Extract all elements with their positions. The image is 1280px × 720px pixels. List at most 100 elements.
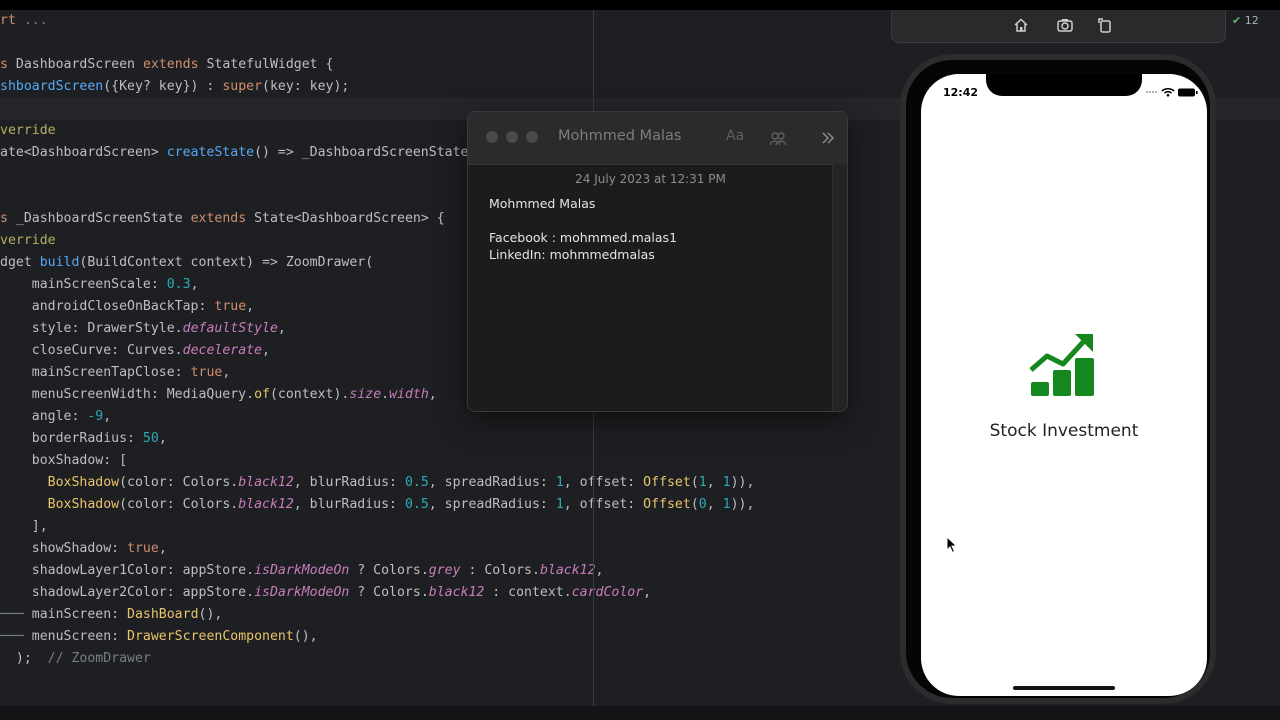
code-token: , [277, 321, 286, 336]
home-icon[interactable] [1012, 16, 1030, 34]
code-token: ); [0, 651, 48, 666]
code-line[interactable]: menuScreenWidth: MediaQuery.of(context).… [0, 384, 437, 406]
code-line[interactable]: ); // ZoomDrawer [0, 648, 151, 670]
code-token: ( [690, 497, 699, 512]
code-line[interactable]: boxShadow: [ [0, 450, 127, 472]
code-line[interactable]: androidCloseOnBackTap: true, [0, 296, 254, 318]
code-token: black12 [238, 475, 294, 490]
code-line[interactable]: dget build(BuildContext context) => Zoom… [0, 252, 373, 274]
code-line[interactable]: angle: -9, [0, 406, 111, 428]
code-line[interactable]: style: DrawerStyle.defaultStyle, [0, 318, 286, 340]
notes-window[interactable]: Mohmmed Malas Aa 24 July 2023 at 12:31 P… [467, 111, 848, 412]
code-line[interactable]: shadowLayer2Color: appStore.isDarkModeOn… [0, 582, 651, 604]
code-token: borderRadius: [0, 431, 143, 446]
simulator-toolbar [891, 10, 1226, 43]
code-token: StatefulWidget { [206, 57, 334, 72]
code-token: , [158, 541, 167, 556]
code-token: DrawerScreenComponent [127, 629, 294, 644]
code-line[interactable]: BoxShadow(color: Colors.black12, blurRad… [0, 472, 755, 494]
code-line[interactable]: shboardScreen({Key? key}) : super(key: k… [0, 76, 349, 98]
code-token: shadowLayer2Color: appStore. [0, 585, 255, 600]
code-line[interactable]: mainScreenTapClose: true, [0, 362, 231, 384]
code-line[interactable]: verride [0, 120, 56, 142]
code-line[interactable]: ─── mainScreen: DashBoard(), [0, 604, 222, 626]
code-line[interactable]: shadowLayer1Color: appStore.isDarkModeOn… [0, 560, 604, 582]
format-button[interactable]: Aa [726, 128, 744, 144]
notes-scrollbar[interactable] [832, 164, 847, 411]
phone-bezel: 12:42 Stock Investment [906, 60, 1210, 698]
code-line[interactable]: verride [0, 230, 56, 252]
code-token: style: DrawerStyle. [0, 321, 183, 336]
code-token: , blurRadius: [293, 497, 405, 512]
code-token: _DashboardScreenState [15, 211, 191, 226]
inspection-widget[interactable]: ✔ 12 [1232, 14, 1259, 27]
code-token: 1 [722, 497, 731, 512]
code-token: , [246, 299, 255, 314]
note-date: 24 July 2023 at 12:31 PM [575, 172, 726, 186]
code-token: menuScreenWidth: MediaQuery. [0, 387, 255, 402]
notes-title: Mohmmed Malas [558, 128, 682, 144]
code-line[interactable]: ], [0, 516, 48, 538]
code-line[interactable]: BoxShadow(color: Colors.black12, blurRad… [0, 494, 755, 516]
code-token: isDarkModeOn [254, 585, 350, 600]
code-token: , [706, 497, 723, 512]
code-token: black12 [238, 497, 294, 512]
code-token: true [190, 365, 223, 380]
code-line[interactable]: ─── menuScreen: DrawerScreenComponent(), [0, 626, 318, 648]
code-token: . [381, 387, 390, 402]
code-token: BoxShadow [47, 497, 120, 512]
app-screen[interactable]: 12:42 Stock Investment [921, 74, 1207, 696]
collaborate-icon[interactable] [768, 128, 788, 148]
code-token: -9 [87, 409, 104, 424]
code-token: ? Colors. [349, 563, 429, 578]
code-token: ate<DashboardScreen> [0, 145, 167, 160]
zoom-window-button[interactable] [526, 131, 538, 143]
code-token: 1 [555, 497, 564, 512]
code-line[interactable]: s _DashboardScreenState extends State<Da… [0, 208, 445, 230]
code-token: )) [730, 497, 747, 512]
code-token: , [746, 475, 755, 490]
code-token: black12 [428, 585, 485, 600]
code-token: // ZoomDrawer [47, 651, 151, 666]
note-linkedin-line[interactable]: LinkedIn: mohmmedmalas [489, 247, 655, 262]
code-token: 1 [722, 475, 731, 490]
code-token: (context). [269, 387, 350, 402]
code-token: 1 [555, 475, 564, 490]
code-token: (), [198, 607, 223, 622]
inspection-count: 12 [1244, 14, 1259, 27]
more-chevron-icon[interactable] [820, 130, 836, 146]
code-token: mainScreenScale: [0, 277, 167, 292]
code-token: ], [0, 519, 48, 534]
mouse-cursor-icon [946, 536, 958, 554]
code-token: : Colors. [460, 563, 540, 578]
rotate-icon[interactable] [1096, 16, 1114, 34]
code-line[interactable]: rt ... [0, 10, 48, 32]
note-facebook-line[interactable]: Facebook : mohmmed.malas1 [489, 230, 677, 245]
code-token: , offset: [563, 497, 644, 512]
code-token: () => _DashboardScreenState( [254, 145, 477, 160]
code-token: build [39, 255, 80, 270]
home-indicator[interactable] [1013, 686, 1115, 690]
code-line[interactable]: s DashboardScreen extends StatefulWidget… [0, 54, 334, 76]
code-token: menuScreen: [31, 629, 128, 644]
notes-titlebar[interactable]: Mohmmed Malas Aa [468, 112, 847, 165]
code-line[interactable]: borderRadius: 50, [0, 428, 167, 450]
note-name-line[interactable]: Mohmmed Malas [489, 196, 595, 211]
battery-icon [1178, 88, 1198, 97]
code-line[interactable]: mainScreenScale: 0.3, [0, 274, 199, 296]
code-token: createState [166, 145, 255, 160]
code-line[interactable]: showShadow: true, [0, 538, 167, 560]
stock-chart-icon [1029, 334, 1094, 396]
code-token: , spreadRadius: [428, 475, 556, 490]
screenshot-icon[interactable] [1056, 16, 1074, 34]
check-icon: ✔ [1232, 14, 1242, 27]
close-window-button[interactable] [486, 131, 498, 143]
code-line[interactable]: closeCurve: Curves.decelerate, [0, 340, 270, 362]
status-icons [1146, 87, 1198, 97]
code-token: rt [0, 13, 16, 28]
minimize-window-button[interactable] [506, 131, 518, 143]
code-token: width [389, 387, 429, 402]
code-line[interactable]: ate<DashboardScreen> createState() => _D… [0, 142, 476, 164]
